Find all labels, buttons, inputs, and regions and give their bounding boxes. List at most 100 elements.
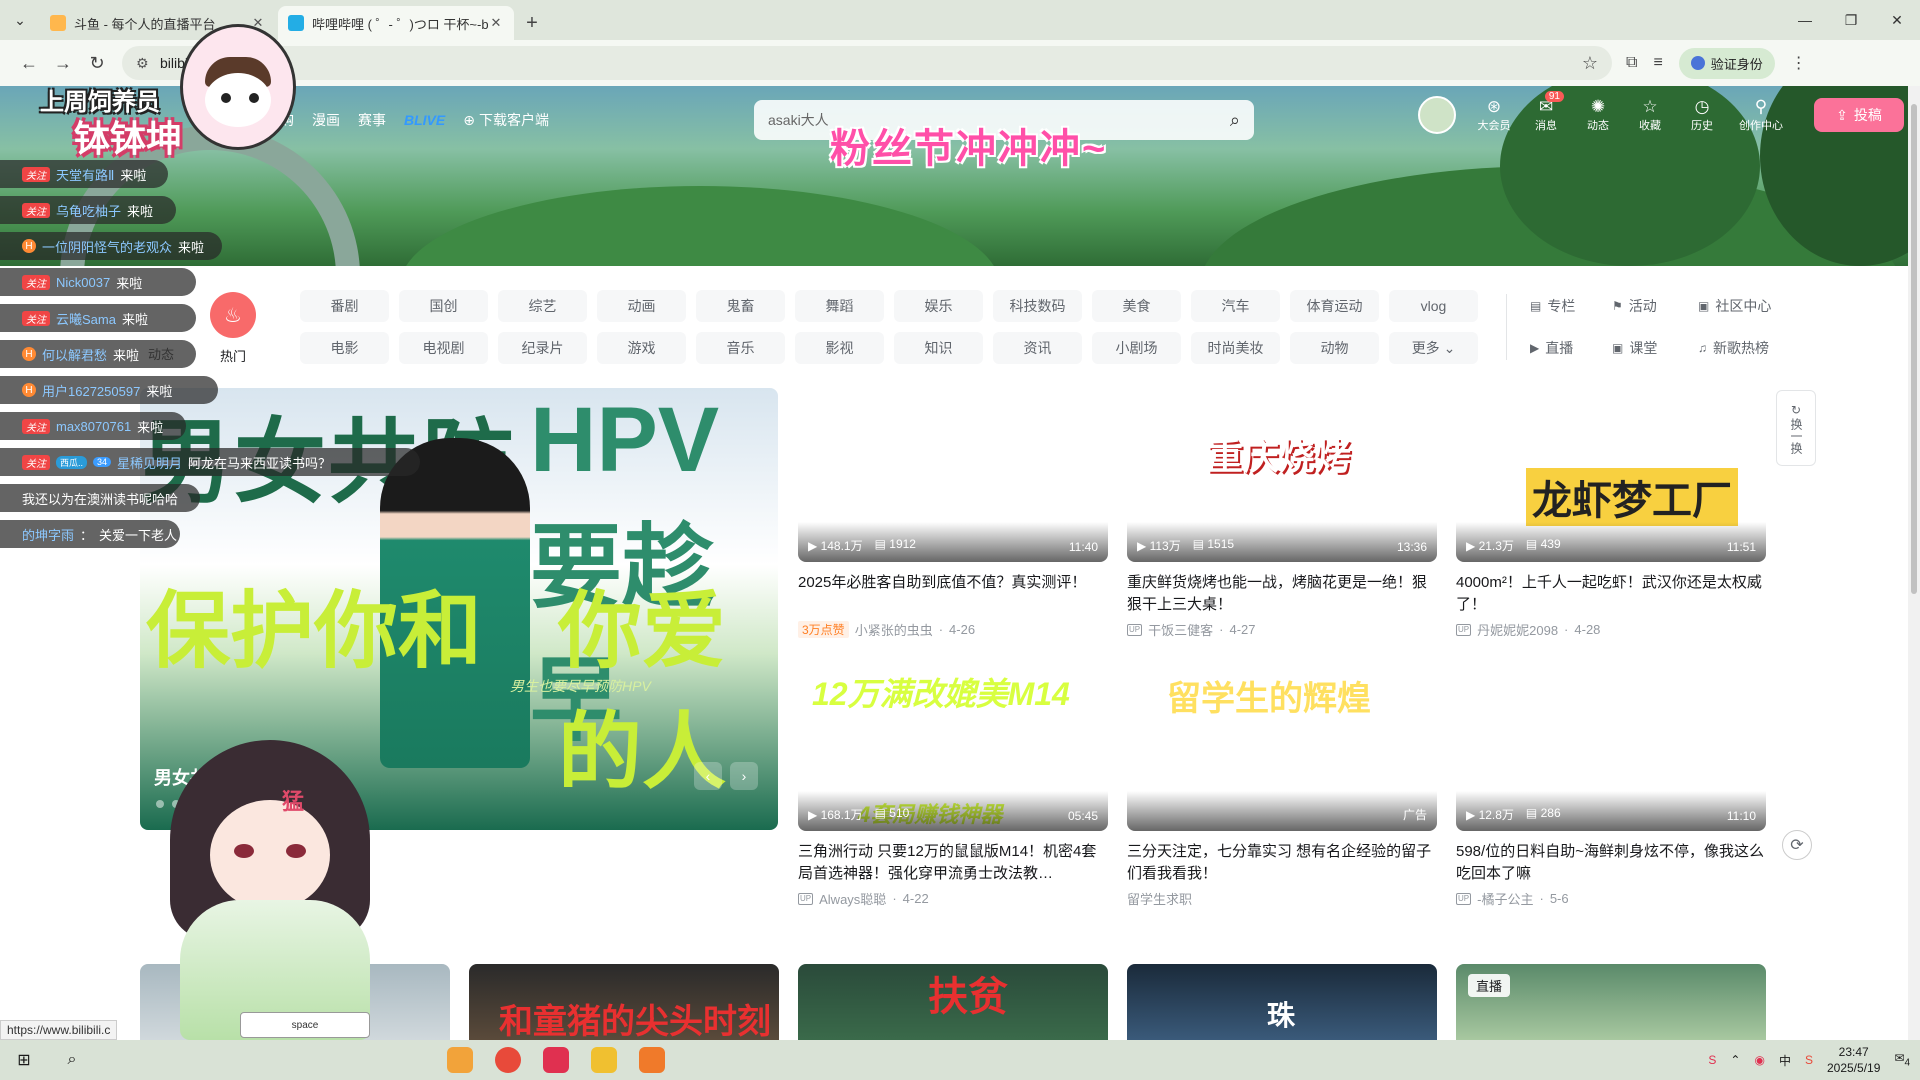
channel-link[interactable]: ⚑ 活动 [1612, 290, 1686, 322]
carousel-next-button[interactable]: › [730, 762, 758, 790]
input-method-icon[interactable]: S [1708, 1053, 1716, 1067]
taskbar-app-icon[interactable] [436, 1040, 484, 1080]
video-card-partial[interactable]: 直播 [1456, 964, 1766, 1040]
video-thumbnail[interactable]: 12万满改媲美M144套局赚钱神器▶ 168.1万▤ 51005:45 [798, 657, 1108, 831]
channel-link[interactable]: ▣ 课堂 [1612, 332, 1686, 364]
verify-identity-button[interactable]: 验证身份 [1678, 47, 1775, 79]
category-chip[interactable]: 时尚美妆 [1191, 332, 1280, 364]
upload-button[interactable]: ⇪ 投稿 [1814, 98, 1904, 132]
tray-expand-icon[interactable]: ⌃ [1730, 1053, 1740, 1067]
extensions-icon[interactable]: ⧉ [1626, 54, 1637, 72]
video-title[interactable]: 2025年必胜客自助到底值不值？真实测评！ [798, 572, 1108, 616]
tab-bilibili[interactable]: 哔哩哔哩 ( ゜- ゜)つロ 干杯~-bi ✕ [278, 6, 514, 40]
dynamic-entry[interactable]: ✺ 动态 [1578, 97, 1618, 133]
nav-item[interactable]: 漫画 [312, 110, 340, 130]
video-thumbnail[interactable]: ▶ 12.8万 ▤ 286 11:10 [1456, 657, 1766, 831]
taskbar-app-icon[interactable] [484, 1040, 532, 1080]
download-client-link[interactable]: ⊕ 下载客户端 [463, 110, 549, 130]
tab-search-icon[interactable]: ⌄ [0, 0, 40, 40]
video-card[interactable]: ▶ 148.1万 ▤ 1912 11:40 2025年必胜客自助到底值不值？真实测评！… [798, 388, 1108, 639]
video-card-partial[interactable]: 和童猪的尖头时刻 [469, 964, 779, 1040]
video-card[interactable]: 12万满改媲美M144套局赚钱神器▶ 168.1万▤ 51005:45 三角洲行动… [798, 657, 1108, 908]
category-chip[interactable]: 动画 [597, 290, 686, 322]
video-card[interactable]: 重庆烧烤 ▶ 113万 ▤ 1515 13:36 重庆鲜货烧烤也能一战，烤脑花更是一绝！… [1127, 388, 1437, 639]
site-info-icon[interactable]: ⚙ [136, 55, 160, 72]
search-icon[interactable]: ⌕ [1230, 110, 1240, 131]
back-icon[interactable]: ← [12, 46, 46, 80]
sogou-tray-icon[interactable]: S [1805, 1053, 1813, 1067]
video-card[interactable]: ▶ 12.8万 ▤ 286 11:10 598/位的日料自助~海鲜刺身炫不停，像我这么… [1456, 657, 1766, 908]
nav-item-live[interactable]: BLIVE [404, 112, 445, 128]
reload-icon[interactable]: ↻ [80, 46, 114, 80]
new-tab-button[interactable]: + [516, 6, 548, 40]
taskbar-app-icon[interactable] [628, 1040, 676, 1080]
category-chip[interactable]: 体育运动 [1290, 290, 1379, 322]
channel-link[interactable]: ♫ 新歌热榜 [1698, 332, 1798, 364]
scrollbar-thumb[interactable] [1911, 104, 1917, 594]
forward-icon[interactable]: → [46, 46, 80, 80]
refresh-button[interactable]: ↻ 换一换 [1776, 390, 1816, 466]
history-entry[interactable]: ◷ 历史 [1682, 97, 1722, 133]
channel-link[interactable]: ▤ 专栏 [1530, 290, 1600, 322]
category-chip[interactable]: 更多 ⌄ [1389, 332, 1478, 364]
address-bar[interactable]: ⚙ bilibili.com ☆ [122, 46, 1612, 80]
channel-link[interactable]: ▣ 社区中心 [1698, 290, 1798, 322]
member-entry[interactable]: ⊛ 大会员 [1474, 97, 1514, 133]
category-chip[interactable]: 综艺 [498, 290, 587, 322]
carousel-prev-button[interactable]: ‹ [694, 762, 722, 790]
refresh-feed-icon[interactable]: ⟳ [1782, 830, 1812, 860]
search-taskbar-icon[interactable]: ⌕ [48, 1040, 96, 1080]
video-thumbnail[interactable]: 留学生的辉煌从找到好的实习开始广告 [1127, 657, 1437, 831]
category-chip[interactable]: 纪录片 [498, 332, 587, 364]
video-title[interactable]: 4000m²！上千人一起吃虾！武汉你还是太权威了！ [1456, 572, 1766, 616]
video-author[interactable]: 干饭三健客 [1148, 620, 1213, 639]
category-chip[interactable]: 国创 [399, 290, 488, 322]
video-title[interactable]: 三角洲行动 只要12万的鼠鼠版M14！机密4套局首选神器！强化穿甲流勇士改法教… [798, 841, 1108, 885]
category-chip[interactable]: 资讯 [993, 332, 1082, 364]
video-card[interactable]: 龙虾梦工厂 ▶ 21.3万 ▤ 439 11:51 4000m²！上千人一起吃虾！武汉你… [1456, 388, 1766, 639]
video-thumbnail[interactable]: 重庆烧烤 ▶ 113万 ▤ 1515 13:36 [1127, 388, 1437, 562]
taskbar-app-icon[interactable] [532, 1040, 580, 1080]
category-chip[interactable]: 科技数码 [993, 290, 1082, 322]
favorite-entry[interactable]: ☆ 收藏 [1630, 97, 1670, 133]
video-author[interactable]: 小紧张的虫虫 [855, 620, 933, 639]
message-entry[interactable]: 91 ✉ 消息 [1526, 91, 1566, 133]
video-thumbnail[interactable]: 龙虾梦工厂 ▶ 21.3万 ▤ 439 11:51 [1456, 388, 1766, 562]
category-chip[interactable]: 音乐 [696, 332, 785, 364]
netease-tray-icon[interactable]: ◉ [1754, 1053, 1764, 1067]
category-chip[interactable]: 动物 [1290, 332, 1379, 364]
category-chip[interactable]: 小剧场 [1092, 332, 1181, 364]
video-author[interactable]: Always聪聪 [819, 889, 886, 908]
video-title[interactable]: 598/位的日料自助~海鲜刺身炫不停，像我这么吃回本了嘛 [1456, 841, 1766, 885]
close-icon[interactable]: ✕ [488, 15, 504, 31]
more-menu-icon[interactable]: ⋮ [1791, 53, 1807, 73]
hot-entry[interactable]: ♨ 热门 [210, 292, 256, 365]
video-author[interactable]: 丹妮妮妮2098 [1477, 620, 1558, 639]
category-chip[interactable]: 汽车 [1191, 290, 1280, 322]
video-card-partial[interactable]: 珠 [1127, 964, 1437, 1040]
category-chip[interactable]: 电视剧 [399, 332, 488, 364]
taskbar-clock[interactable]: 23:47 2025/5/19 [1827, 1044, 1880, 1076]
category-chip[interactable]: 影视 [795, 332, 884, 364]
creator-entry[interactable]: ⚲ 创作中心 [1734, 97, 1788, 133]
minimize-icon[interactable]: — [1782, 0, 1828, 40]
ime-icon[interactable]: 中 [1779, 1052, 1791, 1069]
category-chip[interactable]: 游戏 [597, 332, 686, 364]
restore-icon[interactable]: ❐ [1828, 0, 1874, 40]
channel-link[interactable]: ▶ 直播 [1530, 332, 1600, 364]
category-chip[interactable]: 鬼畜 [696, 290, 785, 322]
video-author[interactable]: -橘子公主 [1477, 889, 1533, 908]
category-chip[interactable]: 娱乐 [894, 290, 983, 322]
category-chip[interactable]: 番剧 [300, 290, 389, 322]
nav-item[interactable]: 赛事 [358, 110, 386, 130]
notification-icon[interactable]: ✉4 [1894, 1051, 1910, 1068]
category-chip[interactable]: 知识 [894, 332, 983, 364]
category-chip[interactable]: 电影 [300, 332, 389, 364]
bookmark-star-icon[interactable]: ☆ [1582, 53, 1598, 74]
category-chip[interactable]: 美食 [1092, 290, 1181, 322]
video-title[interactable]: 重庆鲜货烧烤也能一战，烤脑花更是一绝！狠狠干上三大桌！ [1127, 572, 1437, 616]
page-scrollbar[interactable] [1908, 86, 1920, 1040]
category-chip[interactable]: 舞蹈 [795, 290, 884, 322]
video-author[interactable]: 留学生求职 [1127, 889, 1192, 908]
taskbar-app-icon[interactable] [580, 1040, 628, 1080]
